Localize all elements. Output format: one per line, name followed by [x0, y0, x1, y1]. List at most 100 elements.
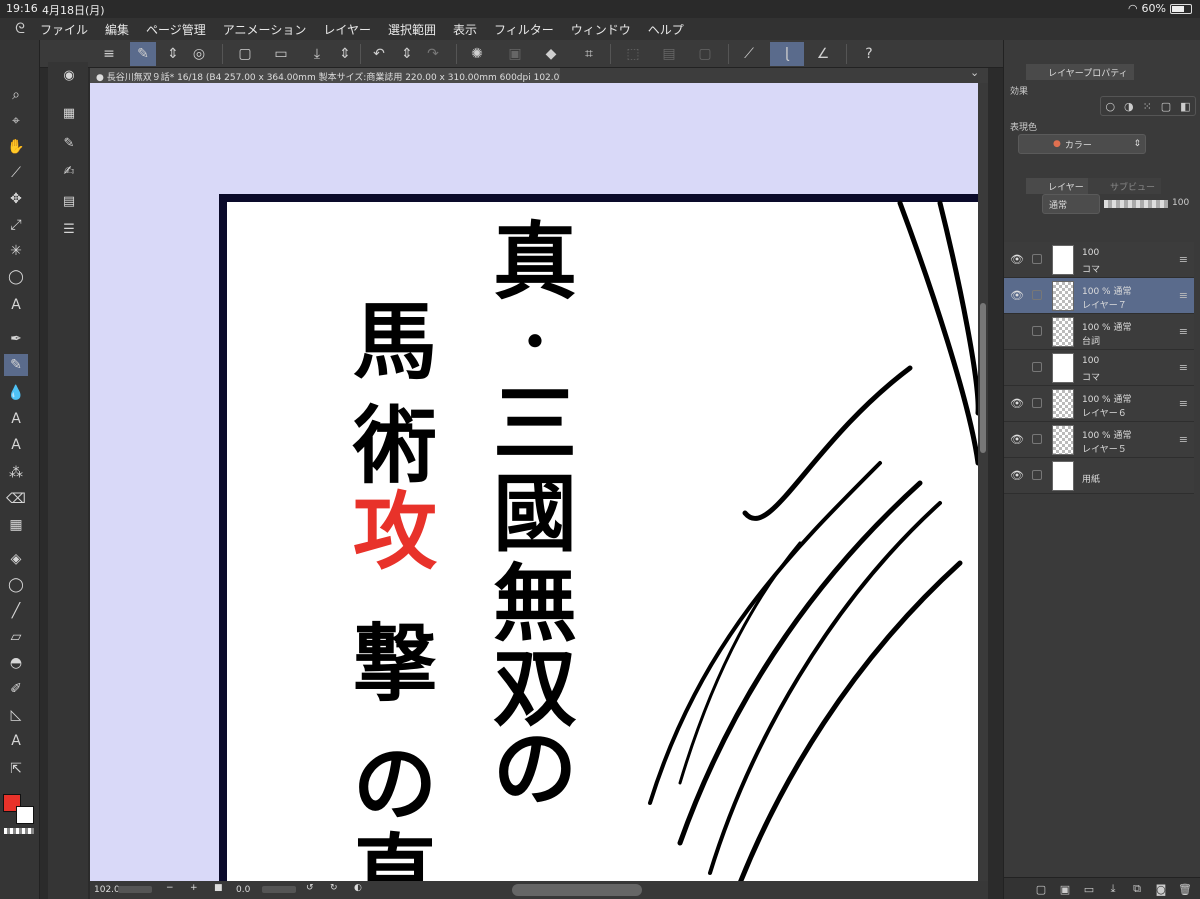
eye-icon[interactable]: 👁: [1010, 397, 1024, 410]
airbrush-icon[interactable]: ⁂: [4, 462, 28, 484]
layer-row[interactable]: 👁 用紙: [1004, 458, 1194, 494]
rotate-left-icon[interactable]: ↺: [306, 883, 314, 893]
opacity-value[interactable]: 100: [1172, 198, 1189, 208]
ruler-tool-icon[interactable]: ◺: [4, 704, 28, 726]
pen-tool-icon[interactable]: ✒: [4, 328, 28, 350]
menu-help[interactable]: ヘルプ: [648, 21, 684, 38]
expression-color-select[interactable]: ● カラー ⇕: [1018, 134, 1146, 154]
lock-toggle[interactable]: [1032, 398, 1042, 408]
mask-effect-icon[interactable]: ◧: [1180, 100, 1190, 113]
tab-layer[interactable]: レイヤー: [1026, 178, 1090, 194]
redo-icon[interactable]: ↷: [420, 42, 446, 66]
menu-filter[interactable]: フィルター: [494, 21, 554, 38]
text-tool-icon[interactable]: A: [4, 434, 28, 456]
layer-row[interactable]: 👁 100 % 通常 レイヤー５ ≡: [1004, 422, 1194, 458]
layer-row[interactable]: 👁 100 % 通常 レイヤー６ ≡: [1004, 386, 1194, 422]
timeline-icon[interactable]: ▤: [58, 190, 80, 212]
horizontal-scroll-thumb[interactable]: [512, 884, 642, 896]
chevron-updown-icon[interactable]: ⇕: [160, 42, 186, 66]
open-folder-icon[interactable]: ▭: [268, 42, 294, 66]
eye-icon[interactable]: 👁: [1010, 253, 1024, 266]
zoom-value[interactable]: 102.0: [94, 885, 120, 895]
layer-menu-icon[interactable]: ≡: [1179, 253, 1188, 266]
frame-tool-icon[interactable]: ▱: [4, 626, 28, 648]
loading-icon[interactable]: ✺: [464, 42, 490, 66]
layer-menu-icon[interactable]: ≡: [1179, 361, 1188, 374]
menu-view[interactable]: 表示: [453, 21, 477, 38]
invert-icon[interactable]: ▤: [656, 42, 682, 66]
layer-menu-icon[interactable]: ≡: [1179, 325, 1188, 338]
eyedropper-icon[interactable]: ⟋: [4, 162, 28, 184]
pen-pick-icon[interactable]: ⤢: [4, 214, 28, 236]
new-vector-layer-icon[interactable]: ▣: [1058, 882, 1072, 896]
zoom-tool-icon[interactable]: ⌕: [4, 84, 28, 106]
canvas-area[interactable]: 真 ・ 三 國 無 双 の 馬 術 撃 の 直 攻: [90, 83, 978, 881]
app-logo-icon[interactable]: ᘓ: [0, 21, 40, 37]
layer-color-icon[interactable]: ▢: [1161, 100, 1171, 113]
deselect-icon[interactable]: ⬚: [620, 42, 646, 66]
blend-mode-select[interactable]: 通常: [1042, 194, 1100, 214]
sub-tool-menu-icon[interactable]: ◉: [58, 64, 80, 86]
help-icon[interactable]: ?: [856, 42, 882, 66]
hamburger-icon[interactable]: ≡: [96, 42, 122, 66]
color-palette-icon[interactable]: ▦: [58, 102, 80, 124]
correct-line-icon[interactable]: ✐: [4, 678, 28, 700]
eraser-icon[interactable]: ⌫: [4, 488, 28, 510]
menu-page[interactable]: ページ管理: [146, 21, 206, 38]
tool-property-icon[interactable]: ✎: [58, 132, 80, 154]
zoom-in-icon[interactable]: +: [190, 883, 198, 893]
balloon-tool-icon[interactable]: ◓: [4, 652, 28, 674]
fill-tool-icon[interactable]: ◈: [4, 548, 28, 570]
move-tool-icon[interactable]: ✥: [4, 188, 28, 210]
clear-icon[interactable]: ▣: [502, 42, 528, 66]
chevron-updown-icon[interactable]: ⇕: [394, 42, 420, 66]
flip-icon[interactable]: ◐: [354, 883, 362, 893]
layer-row[interactable]: 👁 100 コマ ≡: [1004, 242, 1194, 278]
hand-tool-icon[interactable]: ✋: [4, 136, 28, 158]
pen-stroke-icon[interactable]: ɭ: [770, 42, 804, 66]
menu-animation[interactable]: アニメーション: [223, 21, 307, 38]
screen-effect-icon[interactable]: ⁙: [1143, 100, 1152, 113]
spiral-icon[interactable]: ◎: [186, 42, 212, 66]
rotate-right-icon[interactable]: ↻: [330, 883, 338, 893]
text-tool-icon[interactable]: A: [4, 294, 28, 316]
sub-color-swatch[interactable]: [16, 806, 34, 824]
lock-toggle[interactable]: [1032, 290, 1042, 300]
layer-menu-icon[interactable]: ≡: [1179, 397, 1188, 410]
tab-layer-property[interactable]: レイヤープロパティ: [1026, 64, 1134, 80]
operation-tool-icon[interactable]: ⇱: [4, 758, 28, 780]
mask-icon[interactable]: ◙: [1154, 882, 1168, 896]
new-folder-icon[interactable]: ▭: [1082, 882, 1096, 896]
layer-row[interactable]: 👁 100 % 通常 レイヤー７ ≡: [1004, 278, 1194, 314]
lock-toggle[interactable]: [1032, 434, 1042, 444]
lock-toggle[interactable]: [1032, 254, 1042, 264]
layer-row[interactable]: 100 コマ ≡: [1004, 350, 1194, 386]
layer-menu-icon[interactable]: ≡: [1179, 433, 1188, 446]
fit-icon[interactable]: ■: [214, 883, 223, 893]
eye-icon[interactable]: 👁: [1010, 289, 1024, 302]
layer-menu-icon[interactable]: ≡: [1179, 289, 1188, 302]
gradient-icon[interactable]: ▦: [4, 514, 28, 536]
sub-tool-detail-icon[interactable]: ✍: [58, 160, 80, 182]
magic-wand-icon[interactable]: ✳: [4, 240, 28, 262]
lock-toggle[interactable]: [1032, 470, 1042, 480]
object-select-icon[interactable]: ⌖: [4, 110, 28, 132]
angle-ruler-icon[interactable]: ∠: [810, 42, 836, 66]
document-tab[interactable]: ● 長谷川無双９話* 16/18 (B4 257.00 x 364.00mm 製…: [90, 68, 560, 83]
selection-icon[interactable]: ▢: [692, 42, 718, 66]
layer-row[interactable]: 100 % 通常 台詞 ≡: [1004, 314, 1194, 350]
new-file-icon[interactable]: ▢: [232, 42, 258, 66]
text-tool-icon[interactable]: A: [4, 730, 28, 752]
eye-icon[interactable]: 👁: [1010, 433, 1024, 446]
zoom-out-icon[interactable]: −: [166, 883, 174, 893]
tone-effect-icon[interactable]: ◑: [1124, 100, 1134, 113]
menu-selection[interactable]: 選択範囲: [388, 21, 436, 38]
chevron-updown-icon[interactable]: ⇕: [332, 42, 358, 66]
eye-icon[interactable]: 👁: [1010, 469, 1024, 482]
border-effect-icon[interactable]: ○: [1105, 100, 1115, 113]
menu-layer[interactable]: レイヤー: [323, 21, 371, 38]
new-raster-layer-icon[interactable]: ▢: [1034, 882, 1048, 896]
trash-icon[interactable]: 🗑: [1178, 882, 1192, 896]
tab-sub-view[interactable]: サブビュー: [1088, 178, 1162, 194]
menu-window[interactable]: ウィンドウ: [571, 21, 631, 38]
